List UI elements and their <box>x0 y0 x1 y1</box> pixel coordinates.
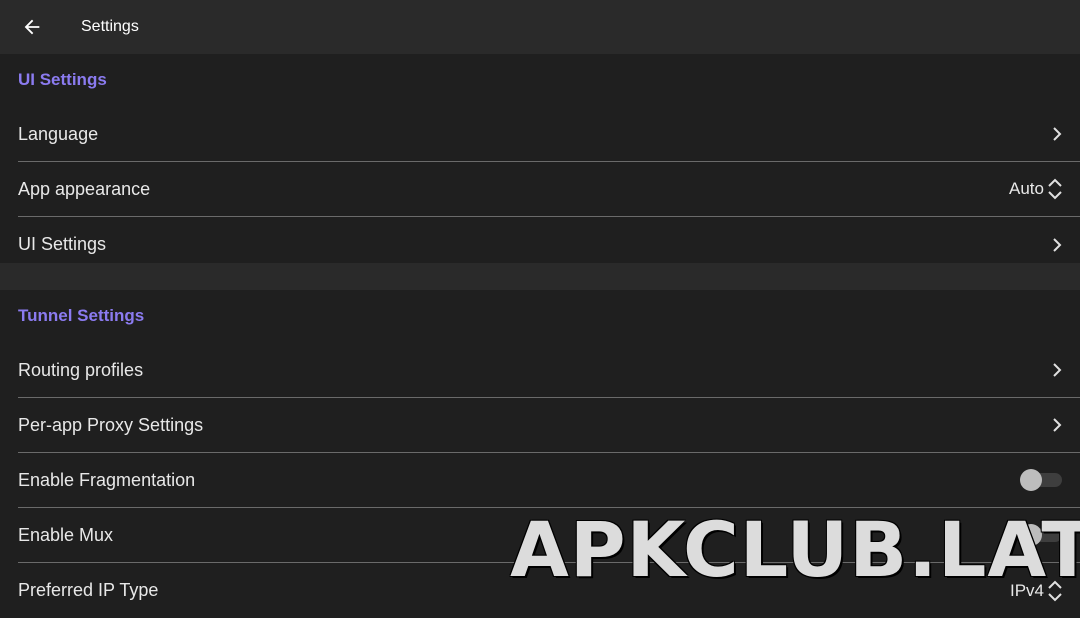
chevron-right-icon <box>1050 236 1064 254</box>
back-button[interactable] <box>18 13 46 41</box>
section-divider <box>0 263 1080 290</box>
section-header-ui-settings: UI Settings <box>18 70 107 89</box>
setting-row-preferred-ip-type[interactable]: Preferred IP Type IPv4 <box>18 563 1080 618</box>
setting-row-enable-mux: Enable Mux <box>18 508 1080 563</box>
setting-label: Per-app Proxy Settings <box>18 414 204 435</box>
unfold-icon <box>1046 177 1064 201</box>
page-title: Settings <box>81 18 139 35</box>
selected-value: IPv4 <box>1009 580 1044 600</box>
setting-label: Routing profiles <box>18 359 144 380</box>
unfold-icon <box>1046 579 1064 603</box>
fragmentation-toggle[interactable] <box>1020 468 1064 492</box>
setting-row-language[interactable]: Language <box>18 107 1080 162</box>
setting-label: App appearance <box>18 178 151 199</box>
toggle-thumb <box>1020 524 1042 546</box>
chevron-right-icon <box>1050 125 1064 143</box>
setting-row-routing-profiles[interactable]: Routing profiles <box>18 343 1080 398</box>
setting-label: Enable Fragmentation <box>18 469 196 490</box>
ui-settings-section: UI Settings Language App appearance Auto… <box>0 54 1080 263</box>
selected-value: Auto <box>1009 179 1044 198</box>
setting-row-per-app-proxy[interactable]: Per-app Proxy Settings <box>18 398 1080 453</box>
tunnel-settings-section: Tunnel Settings Routing profiles Per-app… <box>0 290 1080 608</box>
setting-label: Enable Mux <box>18 524 114 545</box>
arrow-back-icon <box>24 19 40 35</box>
toggle-thumb <box>1020 469 1042 491</box>
app-bar: Settings <box>0 0 1080 54</box>
chevron-right-icon <box>1050 416 1064 434</box>
section-header-tunnel-settings: Tunnel Settings <box>18 306 145 325</box>
setting-label: Preferred IP Type <box>18 580 159 600</box>
setting-label: UI Settings <box>18 234 107 254</box>
setting-row-app-appearance[interactable]: App appearance Auto <box>18 162 1080 217</box>
setting-label: Language <box>18 123 99 144</box>
chevron-right-icon <box>1050 361 1064 379</box>
setting-row-enable-fragmentation: Enable Fragmentation <box>18 453 1080 508</box>
mux-toggle[interactable] <box>1020 523 1064 547</box>
